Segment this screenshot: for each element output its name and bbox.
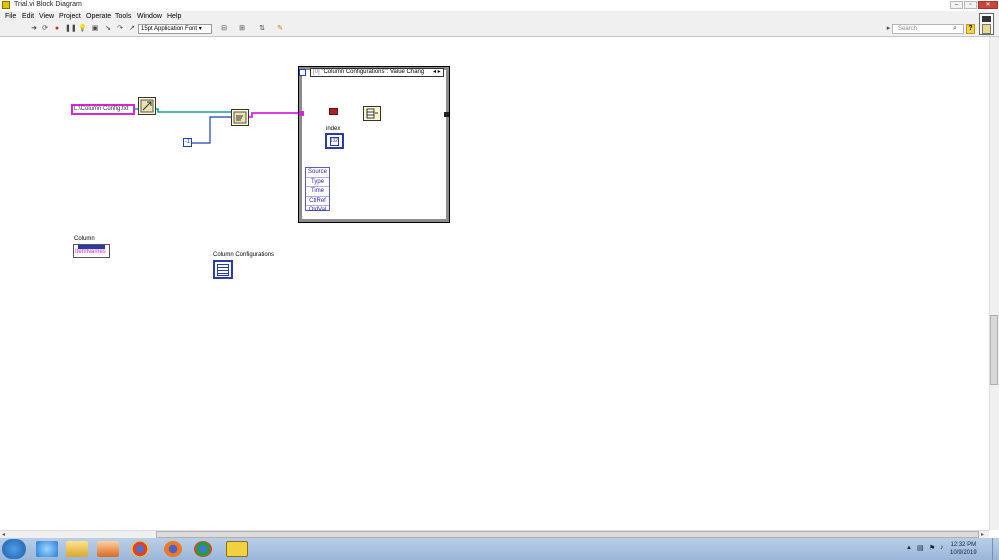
open-file-function[interactable] (138, 97, 156, 115)
input-tunnel (299, 111, 304, 116)
step-into-icon[interactable]: ↘ (104, 25, 112, 33)
clock-time: 12:32 PM (950, 542, 977, 548)
block-diagram[interactable]: L:\Column Config.txt -1 [0] "Column Conf… (0, 37, 988, 530)
column-label: Column (74, 236, 95, 242)
run-arrow-icon[interactable]: ➜ (30, 25, 38, 33)
chevron-down-icon: ▾ (198, 26, 202, 32)
menu-edit[interactable]: Edit (22, 13, 34, 20)
menu-tools[interactable]: Tools (115, 13, 131, 20)
explorer-icon[interactable] (66, 541, 88, 557)
column-config-label: Column Configurations (213, 252, 275, 258)
cleanup-icon[interactable]: ✎ (274, 25, 286, 33)
labview-icon[interactable] (226, 541, 248, 557)
connector-pattern (982, 16, 991, 22)
read-file-icon (233, 111, 247, 124)
event-timeout-terminal[interactable] (299, 69, 306, 76)
index-array-function[interactable] (363, 106, 381, 121)
menu-help[interactable]: Help (167, 13, 181, 20)
menu-project[interactable]: Project (59, 13, 81, 20)
menu-bar: File Edit View Project Operate Tools Win… (0, 11, 999, 23)
chrome-icon[interactable] (131, 541, 149, 557)
event-case-index: [0] (313, 69, 320, 75)
index-terminal[interactable]: I32 (325, 133, 344, 149)
window-title: Trial.vi Block Diagram (14, 1, 82, 8)
close-button[interactable]: ✕ (978, 1, 998, 9)
media-icon[interactable] (97, 541, 119, 557)
windows-start-icon[interactable] (2, 539, 26, 559)
search-expand-icon[interactable]: ▸ (886, 25, 891, 33)
maximize-button[interactable]: ▫ (964, 1, 977, 9)
abort-icon[interactable]: ● (53, 25, 61, 33)
event-data-node[interactable]: Source Type Time CtlRef OldVal (305, 167, 330, 213)
font-select[interactable]: 15pt Application Font ▾ (138, 24, 212, 34)
string-wire (249, 112, 301, 118)
windows-taskbar: ▲ ▤ ⚑ ♪ 12:32 PM 10/9/2019 (0, 538, 999, 560)
tray-expand-icon[interactable]: ▲ (906, 545, 912, 551)
distribute-icon[interactable]: ⊞ (236, 25, 248, 33)
menu-window[interactable]: Window (137, 13, 162, 20)
connector-pane-icon[interactable] (979, 13, 994, 35)
show-desktop-button[interactable] (992, 538, 999, 560)
event-data-type[interactable]: Type (306, 178, 329, 187)
index-terminal-type: I32 (330, 137, 339, 146)
event-data-oldval[interactable]: OldVal (306, 206, 329, 215)
menu-file[interactable]: File (5, 13, 16, 20)
reorder-icon[interactable]: ⇅ (256, 25, 268, 33)
column-property-node[interactable]: ItemNames (73, 244, 110, 258)
retain-wire-icon[interactable]: ▣ (91, 25, 99, 33)
vi-icon (982, 24, 991, 34)
event-case-label: "Column Configurations": Value Chang (321, 69, 425, 75)
font-select-value: 15pt Application Font (141, 26, 198, 32)
column-config-terminal[interactable] (213, 260, 233, 279)
menu-operate[interactable]: Operate (86, 13, 111, 20)
clock-date: 10/9/2019 (950, 550, 977, 556)
scroll-right-icon[interactable]: ▸ (981, 531, 984, 538)
ie-icon[interactable] (36, 541, 58, 557)
event-data-source[interactable]: Source (306, 168, 329, 178)
scroll-left-icon[interactable]: ◂ (2, 531, 5, 538)
output-tunnel (444, 112, 449, 117)
taskbar-clock[interactable]: 12:32 PM 10/9/2019 (950, 541, 977, 557)
menu-view[interactable]: View (39, 13, 54, 20)
event-data-ctlref[interactable]: CtlRef (306, 197, 329, 206)
step-out-icon[interactable]: ↗ (128, 25, 136, 33)
pause-icon[interactable]: ❚❚ (65, 25, 77, 33)
app-icon (2, 1, 10, 9)
column-property[interactable]: ItemNames (74, 249, 109, 256)
path-constant[interactable]: L:\Column Config.txt (71, 104, 135, 115)
step-over-icon[interactable]: ↷ (116, 25, 124, 33)
toolbar: ➜ ⟳ ● ❚❚ 💡 ▣ ↘ ↷ ↗ 15pt Application Font… (0, 23, 999, 37)
numeric-constant[interactable]: -1 (183, 138, 192, 147)
chrome-profile-icon[interactable] (194, 541, 212, 557)
search-placeholder: Search (898, 26, 918, 32)
run-continuous-icon[interactable]: ⟳ (41, 25, 49, 33)
event-case-arrows[interactable]: ◂ ▸ (433, 68, 441, 76)
event-data-time[interactable]: Time (306, 187, 329, 197)
search-icon[interactable]: ⌕ (951, 25, 959, 33)
vertical-scroll-thumb[interactable] (990, 315, 998, 385)
open-file-icon (140, 99, 154, 113)
to-variant-function[interactable] (329, 108, 338, 115)
refnum-wire (156, 108, 232, 113)
event-case-selector[interactable]: [0] "Column Configurations": Value Chang (310, 68, 444, 77)
array-icon (366, 108, 378, 119)
vertical-scrollbar[interactable] (989, 37, 999, 530)
align-icon[interactable]: ⊟ (218, 25, 230, 33)
listbox-icon (217, 264, 229, 276)
horizontal-scroll-thumb[interactable] (156, 531, 979, 538)
index-label: index (326, 126, 341, 132)
firefox-icon[interactable] (164, 541, 182, 557)
count-wire (192, 116, 232, 144)
tray-flag-icon[interactable]: ⚑ (929, 544, 935, 552)
tray-volume-icon[interactable]: ♪ (940, 544, 944, 551)
highlight-icon[interactable]: 💡 (78, 25, 87, 33)
tray-network-icon[interactable]: ▤ (917, 544, 924, 552)
minimize-button[interactable]: – (950, 1, 963, 9)
read-text-file-function[interactable] (231, 109, 249, 126)
help-icon[interactable]: ? (966, 24, 975, 34)
